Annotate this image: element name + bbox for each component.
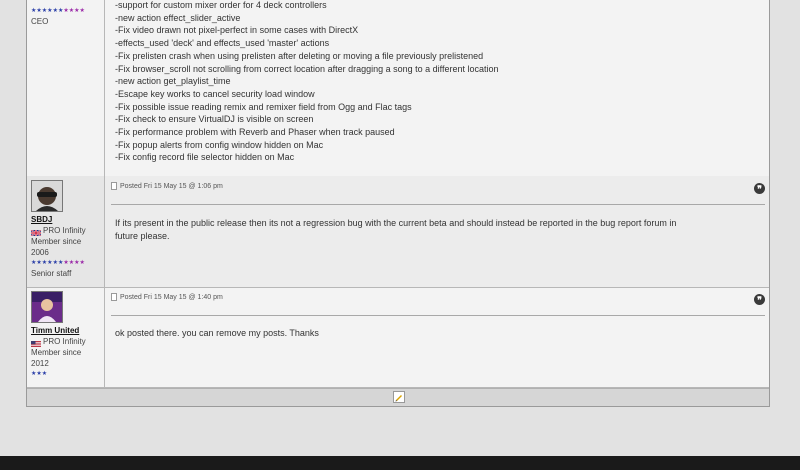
post-content: Posted Fri 15 May 15 @ 1:06 pm ❞ If its … — [107, 176, 769, 287]
author-membership: PRO Infinity — [31, 336, 104, 347]
uk-flag-icon — [30, 228, 42, 237]
divider — [111, 315, 765, 316]
post-timestamp: Posted Fri 15 May 15 @ 1:40 pm — [120, 293, 223, 301]
post-icon — [111, 182, 117, 190]
rank-star-icon: ★ — [41, 371, 48, 377]
post-body: If its present in the public release the… — [115, 218, 677, 241]
post-author-panel: ★★★★★★★★★★ CEO — [27, 0, 105, 176]
changelog-line: -Fix prelisten crash when using preliste… — [115, 50, 484, 61]
member-since-year: 2006 — [31, 248, 49, 257]
post-content: Posted Fri 15 May 15 @ 1:40 pm ❞ ok post… — [107, 287, 769, 387]
changelog-line: -Fix popup alerts from config window hid… — [115, 139, 324, 150]
rank-stars: ★★★ — [31, 369, 104, 379]
post-body: ok posted there. you can remove my posts… — [115, 328, 319, 338]
changelog-line: -Fix performance problem with Reverb and… — [115, 127, 395, 138]
us-flag-icon — [31, 339, 41, 347]
author-membership: PRO Infinity — [30, 225, 104, 237]
changelog-line: -support for custom mixer order for 4 de… — [115, 0, 327, 10]
forum-post: SBDJ PRO Infinity Member since 2006 ★★★★… — [27, 176, 769, 288]
member-since-label: Member since — [31, 348, 82, 357]
member-since-year: 2012 — [31, 359, 49, 368]
rank-star-icon: ★ — [79, 260, 85, 266]
author-username[interactable]: SBDJ — [31, 215, 104, 225]
author-role: CEO — [31, 17, 49, 26]
membership-label: PRO Infinity — [43, 226, 86, 235]
post-content: -support for custom mixer order for 4 de… — [107, 0, 769, 176]
membership-label: PRO Infinity — [43, 337, 86, 346]
edit-icon[interactable] — [393, 391, 405, 403]
post-author-panel: Timm United PRO Infinity Member since 20… — [27, 287, 105, 387]
changelog-list: -support for custom mixer order for 4 de… — [107, 0, 769, 164]
member-since-label: Member since — [31, 237, 82, 246]
thread-footer — [27, 388, 769, 406]
quote-icon[interactable]: ❞ — [754, 183, 765, 194]
post-meta: Posted Fri 15 May 15 @ 1:06 pm — [111, 182, 223, 190]
post-author-panel: SBDJ PRO Infinity Member since 2006 ★★★★… — [27, 176, 105, 287]
rank-star-icon: ★ — [79, 8, 85, 14]
changelog-line: -new action get_playlist_time — [115, 76, 231, 87]
forum-thread: ★★★★★★★★★★ CEO -support for custom mixer… — [26, 0, 770, 407]
author-username[interactable]: Timm United — [31, 326, 104, 336]
post-icon — [111, 293, 117, 301]
post-timestamp: Posted Fri 15 May 15 @ 1:06 pm — [120, 182, 223, 190]
changelog-line: -Fix possible issue reading remix and re… — [115, 101, 412, 112]
changelog-line: -Fix browser_scroll not scrolling from c… — [115, 63, 499, 74]
forum-post: Timm United PRO Infinity Member since 20… — [27, 287, 769, 388]
changelog-line: -new action effect_slider_active — [115, 12, 241, 23]
avatar[interactable] — [31, 291, 63, 323]
changelog-line: -Escape key works to cancel security loa… — [115, 88, 315, 99]
author-role: Senior staff — [31, 269, 72, 278]
changelog-line: -effects_used 'deck' and effects_used 'm… — [115, 38, 330, 49]
quote-icon[interactable]: ❞ — [754, 294, 765, 305]
changelog-line: -Fix check to ensure VirtualDJ is visibl… — [115, 114, 314, 125]
post-meta: Posted Fri 15 May 15 @ 1:40 pm — [111, 293, 223, 301]
divider — [111, 204, 765, 205]
avatar[interactable] — [31, 180, 63, 212]
rank-stars: ★★★★★★★★★★ — [31, 258, 104, 268]
changelog-line: -Fix video drawn not pixel-perfect in so… — [115, 25, 359, 36]
page-bottom-bar — [0, 456, 800, 470]
changelog-line: -Fix config record file selector hidden … — [115, 152, 295, 163]
rank-stars: ★★★★★★★★★★ — [31, 6, 104, 16]
forum-post: ★★★★★★★★★★ CEO -support for custom mixer… — [27, 0, 769, 177]
